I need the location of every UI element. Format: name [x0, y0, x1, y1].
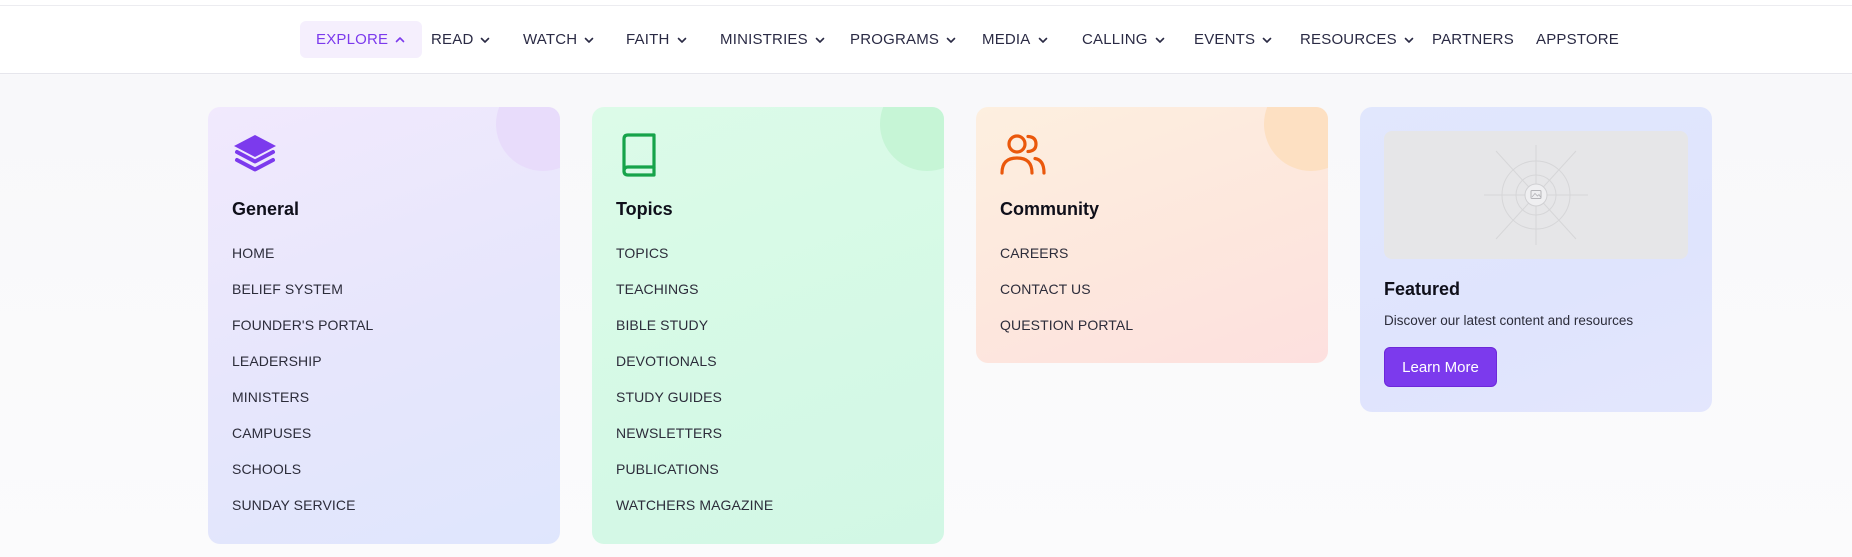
- link-list: HOME BELIEF SYSTEM FOUNDER'S PORTAL LEAD…: [232, 245, 373, 533]
- nav-item-label: FAITH: [626, 31, 670, 48]
- nav-item-label: APPSTORE: [1536, 31, 1620, 48]
- chevron-up-icon: [394, 34, 406, 46]
- menu-card-community: Community CAREERS CONTACT US QUESTION PO…: [976, 107, 1328, 363]
- chevron-down-icon: [479, 34, 491, 46]
- menu-link-ministers[interactable]: MINISTERS: [232, 389, 373, 425]
- chevron-down-icon: [583, 34, 595, 46]
- nav-item-partners[interactable]: PARTNERS: [1416, 21, 1530, 58]
- main-navigation: EXPLORE READ WATCH FAITH MINISTRIES PROG…: [0, 6, 1852, 74]
- menu-link-leadership[interactable]: LEADERSHIP: [232, 353, 373, 389]
- menu-card-general: General HOME BELIEF SYSTEM FOUNDER'S POR…: [208, 107, 560, 544]
- menu-link-publications[interactable]: PUBLICATIONS: [616, 461, 773, 497]
- nav-item-media[interactable]: MEDIA: [966, 21, 1065, 58]
- menu-link-watchers-magazine[interactable]: WATCHERS MAGAZINE: [616, 497, 773, 533]
- nav-item-explore[interactable]: EXPLORE: [300, 21, 423, 58]
- nav-item-watch[interactable]: WATCH: [507, 21, 611, 58]
- menu-link-teachings[interactable]: TEACHINGS: [616, 281, 773, 317]
- menu-link-belief-system[interactable]: BELIEF SYSTEM: [232, 281, 373, 317]
- featured-title: Featured: [1384, 279, 1461, 299]
- card-title: General: [232, 199, 300, 219]
- nav-item-faith[interactable]: FAITH: [610, 21, 704, 58]
- nav-item-programs[interactable]: PROGRAMS: [834, 21, 973, 58]
- menu-link-newsletters[interactable]: NEWSLETTERS: [616, 425, 773, 461]
- featured-image-placeholder: [1384, 131, 1688, 259]
- chevron-down-icon: [1261, 34, 1273, 46]
- menu-link-study-guides[interactable]: STUDY GUIDES: [616, 389, 773, 425]
- nav-item-appstore[interactable]: APPSTORE: [1520, 21, 1635, 58]
- card-title: Community: [1000, 199, 1099, 219]
- chevron-down-icon: [676, 34, 688, 46]
- menu-card-featured: Featured Discover our latest content and…: [1360, 107, 1712, 412]
- menu-link-campuses[interactable]: CAMPUSES: [232, 425, 373, 461]
- menu-link-founders-portal[interactable]: FOUNDER'S PORTAL: [232, 317, 373, 353]
- nav-item-label: PARTNERS: [1432, 31, 1514, 48]
- chevron-down-icon: [1403, 34, 1415, 46]
- book-icon: [616, 131, 662, 177]
- users-icon: [1000, 131, 1046, 177]
- layers-icon: [232, 131, 278, 177]
- menu-card-topics: Topics TOPICS TEACHINGS BIBLE STUDY DEVO…: [592, 107, 944, 544]
- link-list: CAREERS CONTACT US QUESTION PORTAL: [1000, 245, 1133, 353]
- chevron-down-icon: [945, 34, 957, 46]
- link-list: TOPICS TEACHINGS BIBLE STUDY DEVOTIONALS…: [616, 245, 773, 533]
- chevron-down-icon: [1037, 34, 1049, 46]
- nav-item-label: RESOURCES: [1300, 31, 1397, 48]
- chevron-down-icon: [814, 34, 826, 46]
- image-placeholder-icon: [1484, 145, 1588, 245]
- menu-link-home[interactable]: HOME: [232, 245, 373, 281]
- menu-link-topics[interactable]: TOPICS: [616, 245, 773, 281]
- nav-item-label: MINISTRIES: [720, 31, 808, 48]
- learn-more-button[interactable]: Learn More: [1384, 347, 1497, 387]
- menu-link-sunday-service[interactable]: SUNDAY SERVICE: [232, 497, 373, 533]
- nav-item-label: CALLING: [1082, 31, 1148, 48]
- chevron-down-icon: [1154, 34, 1166, 46]
- decorative-circle: [496, 107, 560, 171]
- card-title: Topics: [616, 199, 673, 219]
- decorative-circle: [880, 107, 944, 171]
- decorative-circle: [1264, 107, 1328, 171]
- nav-item-calling[interactable]: CALLING: [1066, 21, 1182, 58]
- featured-description: Discover our latest content and resource…: [1384, 313, 1634, 328]
- nav-item-label: PROGRAMS: [850, 31, 940, 48]
- menu-link-schools[interactable]: SCHOOLS: [232, 461, 373, 497]
- nav-item-ministries[interactable]: MINISTRIES: [704, 21, 842, 58]
- nav-item-label: MEDIA: [982, 31, 1031, 48]
- menu-link-contact-us[interactable]: CONTACT US: [1000, 281, 1133, 317]
- nav-item-label: READ: [431, 31, 474, 48]
- nav-item-label: EVENTS: [1194, 31, 1256, 48]
- menu-link-question-portal[interactable]: QUESTION PORTAL: [1000, 317, 1133, 353]
- nav-item-resources[interactable]: RESOURCES: [1284, 21, 1431, 58]
- nav-item-label: WATCH: [523, 31, 578, 48]
- menu-link-careers[interactable]: CAREERS: [1000, 245, 1133, 281]
- menu-link-devotionals[interactable]: DEVOTIONALS: [616, 353, 773, 389]
- nav-item-events[interactable]: EVENTS: [1178, 21, 1289, 58]
- nav-item-label: EXPLORE: [316, 31, 389, 48]
- menu-link-bible-study[interactable]: BIBLE STUDY: [616, 317, 773, 353]
- nav-item-read[interactable]: READ: [415, 21, 507, 58]
